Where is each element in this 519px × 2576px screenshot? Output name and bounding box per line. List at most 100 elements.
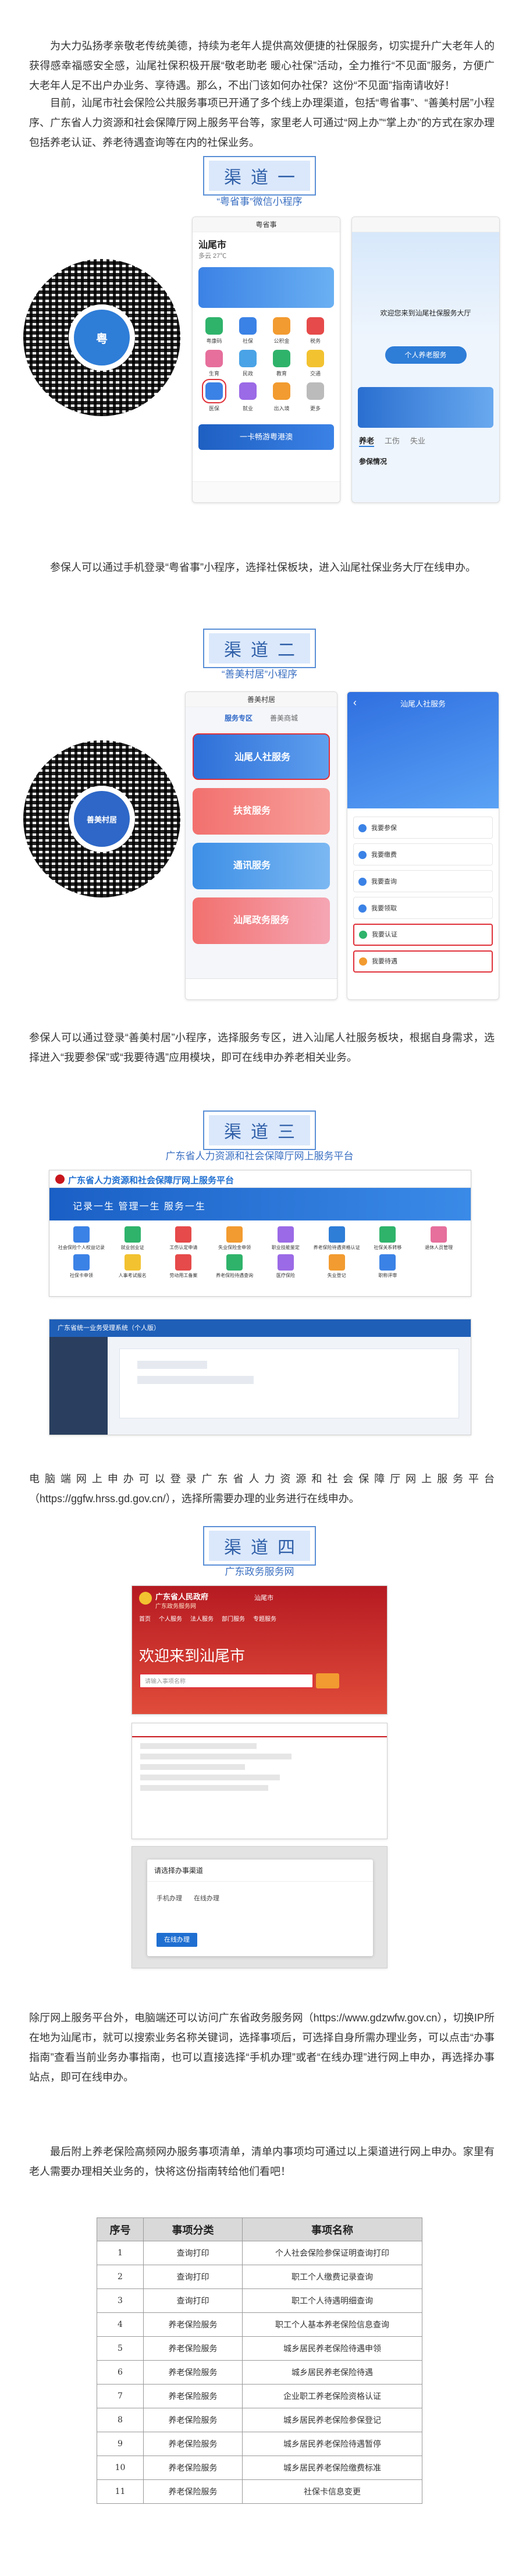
tab-service-zone[interactable]: 服务专区 [225,713,253,723]
service-icon [277,1226,294,1243]
service-tile[interactable]: 职称评审 [364,1254,412,1279]
tab-injury[interactable]: 工伤 [385,435,400,447]
table-row: 2 查询打印 职工个人缴费记录查询 [97,2265,422,2289]
header-name: 事项名称 [242,2217,422,2241]
service-label: 出入境 [273,406,290,411]
row-category: 养老保险服务 [143,2456,243,2480]
caption-channel-1: 参保人可以通过手机登录“粤省事”小程序，选择社保板块，进入汕尾社保业务大厅在线申… [50,562,476,573]
portal-services-grid: 社会保险个人权益记录 就业创业证 工伤认定申请 失业保险金申领 职业技能鉴定 养… [49,1220,471,1285]
service-tile[interactable]: 养老保险待遇查询 [211,1254,258,1279]
tab-unemployment[interactable]: 失业 [410,435,425,447]
service-label: 民政 [242,371,253,377]
menu-pay[interactable]: 我要缴费 [353,843,493,865]
service-icon[interactable] [239,317,257,335]
card-hr-service[interactable]: 汕尾人社服务 [193,733,330,780]
service-label: 粤康码 [206,338,222,344]
menu-label: 我要缴费 [371,851,397,858]
tab-mall[interactable]: 善美商城 [270,713,298,723]
menu-receive[interactable]: 我要领取 [353,897,493,919]
service-tile[interactable]: 人事考试报名 [109,1254,157,1279]
service-icon [379,1226,396,1243]
menu-benefits[interactable]: 我要待遇 [353,950,493,973]
location-switch[interactable]: 汕尾市 [254,1593,273,1602]
row-category: 养老保险服务 [143,2336,243,2361]
service-icon[interactable] [239,350,257,367]
row-name: 城乡居民养老保险待遇 [242,2360,422,2385]
service-tile[interactable]: 社保关系转移 [364,1226,412,1251]
service-tile[interactable]: 养老保险待遇资格认证 [313,1226,361,1251]
service-icon[interactable] [273,382,290,400]
city-label[interactable]: 汕尾市 [198,237,334,251]
row-name: 社保卡信息变更 [242,2479,422,2504]
channel-4-badge: 渠道四 [203,1526,316,1566]
qr-center: 粤 [69,304,135,371]
search-button[interactable] [316,1673,339,1688]
service-icon[interactable] [273,350,290,367]
nav-topic[interactable]: 专题服务 [253,1614,276,1623]
tab-pension[interactable]: 养老 [359,435,375,447]
card-poverty-service[interactable]: 扶贫服务 [193,788,330,835]
option-online[interactable]: 在线办理 [194,1893,219,1903]
service-tile[interactable]: 社会保险个人权益记录 [58,1226,105,1251]
bottom-tab-bar[interactable] [186,978,337,999]
service-icon[interactable] [205,350,223,367]
service-icon[interactable] [307,350,324,367]
service-tile[interactable]: 退休人员管理 [415,1226,463,1251]
shanmeicunju-logo-icon: 善美村居 [74,791,130,847]
option-mobile[interactable]: 手机办理 [157,1893,182,1903]
portal-title: 广东省人力资源和社会保障厅网上服务平台 [68,1176,234,1186]
more-icon[interactable] [307,382,324,400]
service-tile[interactable]: 社保卡申领 [58,1254,105,1279]
table-row: 8 养老保险服务 城乡居民养老保险参保登记 [97,2408,422,2432]
table-row: 5 养老保险服务 城乡居民养老保险待遇申领 [97,2336,422,2361]
system-sidebar[interactable] [49,1337,108,1435]
hall-illustration: 欢迎您来到汕尾社保服务大厅 [352,232,499,337]
menu-query[interactable]: 我要查询 [353,870,493,892]
service-tile[interactable]: 劳动用工备案 [160,1254,208,1279]
certify-icon [359,931,367,939]
menu-certify[interactable]: 我要认证 [353,924,493,946]
service-icon[interactable] [239,382,257,400]
emblem-icon [139,1592,152,1605]
channel-1-badge: 渠道一 [203,156,316,196]
row-category: 养老保险服务 [143,2408,243,2432]
channel-4-subtitle: 广东政务服务网 [225,1566,294,1577]
service-tile[interactable]: 工伤认定申请 [160,1226,208,1251]
nav-legal[interactable]: 法人服务 [190,1614,214,1623]
service-icon[interactable] [307,317,324,335]
row-category: 养老保险服务 [143,2432,243,2456]
service-icon [73,1254,90,1271]
table-body: 1 查询打印 个人社会保险参保证明查询打印 2 查询打印 职工个人缴费记录查询 3 查询打印职… [97,2241,422,2504]
service-tile[interactable]: 失业保险金申领 [211,1226,258,1251]
service-tile[interactable]: 职业技能鉴定 [262,1226,310,1251]
service-icon[interactable] [273,317,290,335]
service-tile[interactable]: 医疗保险 [262,1254,310,1279]
service-tile[interactable]: 失业登记 [313,1254,361,1279]
shanwei-social-hall-screenshot: 欢迎您来到汕尾社保服务大厅 个人养老服务 养老 工伤 失业 参保情况 [351,217,500,503]
intro-paragraph-2: 目前，汕尾市社会保险公共服务事项已开通了多个线上办理渠道，包括“粤省事”、“善美… [29,97,495,148]
bottom-tab-bar[interactable] [193,481,340,502]
pay-icon [358,851,367,859]
service-tile[interactable]: 就业创业证 [109,1226,157,1251]
form-field[interactable] [137,1376,254,1384]
service-icon[interactable] [205,317,223,335]
form-field[interactable] [137,1361,207,1369]
row-category: 养老保险服务 [143,2312,243,2337]
service-label: 生育 [208,371,219,377]
promo-banner[interactable] [198,267,334,308]
personal-pension-button[interactable]: 个人养老服务 [385,346,467,364]
nav-personal[interactable]: 个人服务 [159,1614,182,1623]
insured-status-section[interactable]: 参保情况 [352,447,499,466]
online-handle-button[interactable]: 在线办理 [157,1933,197,1947]
service-icon [73,1226,90,1243]
menu-enroll[interactable]: 我要参保 [353,817,493,839]
nav-department[interactable]: 部门服务 [222,1614,245,1623]
travel-banner[interactable]: 一卡畅游粤港澳 [198,424,334,450]
card-gov-service[interactable]: 汕尾政务服务 [193,897,330,944]
gd-banner[interactable] [358,387,493,428]
card-telecom-service[interactable]: 通讯服务 [193,843,330,889]
nav-home[interactable]: 首页 [139,1614,151,1623]
service-label: 更多 [310,406,321,411]
gov-search-input[interactable]: 请输入事项名称 [139,1673,314,1688]
social-security-icon[interactable] [202,379,226,403]
